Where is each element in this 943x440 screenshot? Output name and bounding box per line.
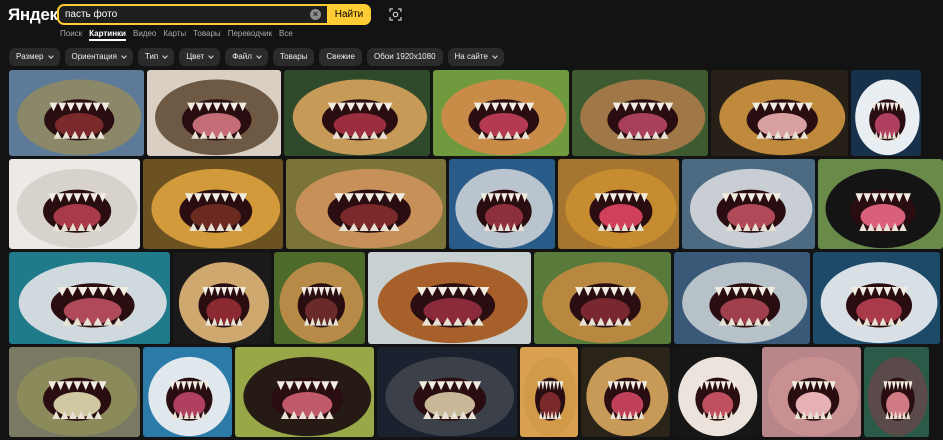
image-result-lion[interactable] — [368, 252, 531, 344]
image-result-shark[interactable] — [682, 159, 815, 249]
image-result-crocodile[interactable] — [9, 70, 144, 156]
search-button[interactable]: Найти — [327, 4, 371, 25]
image-result-lion[interactable] — [581, 347, 670, 437]
image-result-lion[interactable] — [286, 159, 446, 249]
filter-label: Товары — [279, 52, 308, 61]
filter-chip-8[interactable]: На сайте — [447, 48, 504, 66]
image-result-hippo[interactable] — [762, 347, 861, 437]
filter-label: Цвет — [186, 52, 205, 61]
image-result-shark[interactable] — [851, 70, 921, 156]
filter-chip-0[interactable]: Размер — [9, 48, 60, 66]
image-result-dog[interactable] — [673, 347, 759, 437]
image-result-crocodile[interactable] — [711, 70, 848, 156]
filter-label: Тип — [144, 52, 159, 61]
image-result-lion[interactable] — [572, 70, 708, 156]
chevron-down-icon — [256, 53, 262, 59]
filter-chip-1[interactable]: Ориентация — [64, 48, 133, 66]
filter-label: На сайте — [454, 52, 488, 61]
chevron-down-icon — [208, 53, 215, 59]
image-result-shark[interactable] — [143, 347, 232, 437]
search-box: × Найти — [57, 4, 371, 25]
search-tabs: Поиск Картинки Видео Карты Товары Переводчик В… — [60, 29, 293, 41]
image-result-dog[interactable] — [147, 70, 281, 156]
filter-label: Ориентация — [71, 52, 117, 61]
results-row — [9, 159, 943, 249]
image-result-lion[interactable] — [558, 159, 679, 249]
tab-3[interactable]: Карты — [163, 29, 186, 41]
image-result-lion[interactable] — [284, 70, 430, 156]
results-row — [9, 252, 940, 344]
tab-6[interactable]: Все — [279, 29, 293, 41]
tab-1[interactable]: Картинки — [89, 29, 126, 41]
filter-chip-7[interactable]: Обои 1920x1080 — [366, 48, 443, 66]
image-result-crocodile[interactable] — [9, 347, 140, 437]
chevron-down-icon — [121, 53, 127, 59]
image-result-shark[interactable] — [9, 252, 170, 344]
tab-0[interactable]: Поиск — [60, 29, 82, 41]
image-result-shark[interactable] — [674, 252, 810, 344]
filter-label: Свежие — [326, 52, 355, 61]
filter-chip-3[interactable]: Цвет — [179, 48, 221, 66]
image-result-tiger[interactable] — [9, 159, 140, 249]
image-result-lion[interactable] — [520, 347, 578, 437]
image-result-shark[interactable] — [813, 252, 940, 344]
filter-chip-6[interactable]: Свежие — [319, 48, 362, 66]
tab-5[interactable]: Переводчик — [228, 29, 272, 41]
image-result-dog[interactable] — [235, 347, 374, 437]
tab-4[interactable]: Товары — [193, 29, 221, 41]
filter-chip-5[interactable]: Товары — [272, 48, 315, 66]
image-result-lion[interactable] — [274, 252, 365, 344]
image-result-tiger[interactable] — [173, 252, 271, 344]
search-input[interactable] — [59, 6, 310, 23]
filter-chip-2[interactable]: Тип — [137, 48, 175, 66]
chevron-down-icon — [492, 53, 498, 59]
image-result-shark[interactable] — [449, 159, 555, 249]
filter-label: Обои 1920x1080 — [373, 52, 436, 61]
image-result-seal[interactable] — [377, 347, 517, 437]
chevron-down-icon — [162, 53, 169, 59]
image-result-lion[interactable] — [534, 252, 671, 344]
image-result-lion[interactable] — [143, 159, 283, 249]
filter-label: Файл — [232, 52, 252, 61]
chevron-down-icon — [47, 53, 54, 59]
image-result-cat[interactable] — [818, 159, 943, 249]
filter-bar: Размер Ориентация Тип Цвет Файл Товары Свежие О… — [9, 48, 504, 66]
image-result-hippo[interactable] — [864, 347, 929, 437]
image-result-lion[interactable] — [433, 70, 569, 156]
results-row — [9, 70, 921, 156]
results-row — [9, 347, 929, 437]
image-search-icon[interactable] — [389, 8, 402, 21]
tab-2[interactable]: Видео — [133, 29, 156, 41]
filter-chip-4[interactable]: Файл — [225, 48, 268, 66]
clear-search-icon[interactable]: × — [310, 9, 321, 20]
filter-label: Размер — [16, 52, 44, 61]
